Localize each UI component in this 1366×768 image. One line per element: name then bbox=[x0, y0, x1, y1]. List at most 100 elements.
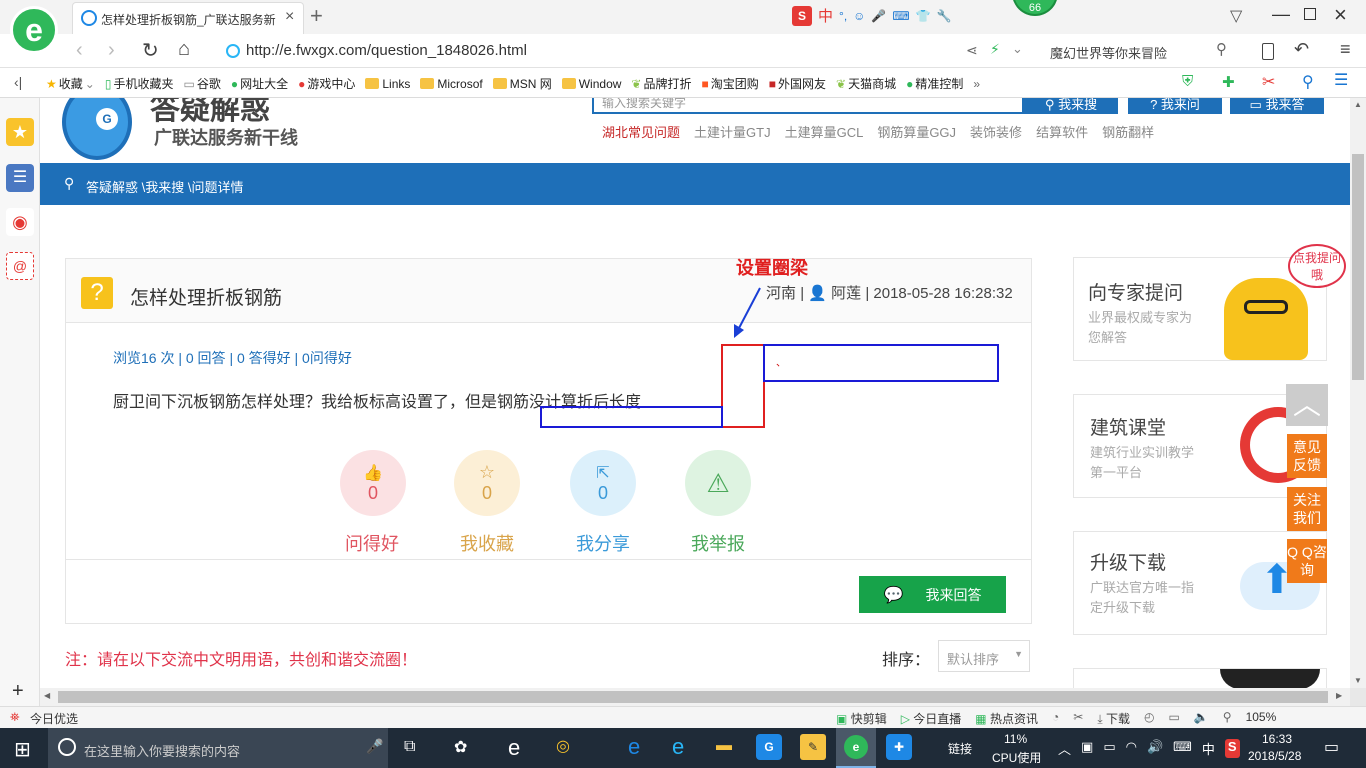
mute-icon[interactable]: 🔈 bbox=[1194, 710, 1209, 727]
ask-button[interactable]: ? 我来问 bbox=[1128, 98, 1222, 114]
flash-icon[interactable]: ⚡ bbox=[990, 41, 1000, 58]
network-label[interactable]: 链接 bbox=[948, 740, 972, 757]
fav-item[interactable]: Window bbox=[561, 75, 621, 92]
hscrollbar-thumb[interactable] bbox=[58, 691, 1328, 703]
feedback-button[interactable]: 意见反馈 bbox=[1287, 434, 1327, 478]
close-window-icon[interactable]: × bbox=[1334, 2, 1347, 28]
answer-header-button[interactable]: ▭ 我来答 bbox=[1230, 98, 1324, 114]
today-pick-label[interactable]: 今日优选 bbox=[30, 710, 78, 727]
action-report[interactable]: ⚠ 我举报 bbox=[685, 450, 775, 556]
url-dropdown-icon[interactable]: ⌄ bbox=[1012, 41, 1023, 57]
hot-link[interactable]: 钢筋算量GGJ bbox=[877, 122, 956, 141]
fav-item[interactable]: ● 精准控制 bbox=[906, 75, 963, 92]
question-author[interactable]: 阿莲 bbox=[831, 285, 861, 302]
clock-time[interactable]: 16:33 bbox=[1262, 732, 1292, 746]
emoji-icon[interactable]: ☺ bbox=[853, 9, 865, 23]
tab-active[interactable]: 怎样处理折板钢筋_广联达服务新 × bbox=[72, 2, 304, 34]
hot-link[interactable]: 湖北常见问题 bbox=[602, 122, 680, 141]
wifi-icon[interactable]: ◠ bbox=[1126, 739, 1137, 758]
zoom-icon[interactable]: ⚲ bbox=[1223, 710, 1232, 727]
battery-icon[interactable]: ▭ bbox=[1103, 739, 1115, 758]
back-icon[interactable]: ‹ bbox=[76, 39, 83, 62]
tab-close-icon[interactable]: × bbox=[285, 8, 294, 26]
collect-circle[interactable]: ☆ 0 bbox=[454, 450, 520, 516]
fav-item[interactable]: ❦ 天猫商城 bbox=[836, 75, 896, 92]
share-circle[interactable]: ⇱ 0 bbox=[570, 450, 636, 516]
home-icon[interactable]: ⌂ bbox=[178, 38, 190, 61]
more-favorites-icon[interactable]: » bbox=[973, 75, 980, 92]
follow-button[interactable]: 关注我们 bbox=[1287, 487, 1327, 531]
action-center-icon[interactable]: ▭ bbox=[1324, 737, 1339, 757]
action-share[interactable]: ⇱ 0 我分享 bbox=[570, 450, 660, 556]
search-tool-icon[interactable]: ⚲ bbox=[1302, 72, 1314, 92]
status-item[interactable]: ▦ 热点资讯 bbox=[975, 710, 1038, 727]
forward-icon[interactable]: › bbox=[108, 39, 115, 62]
site-logo[interactable] bbox=[62, 98, 132, 160]
weibo-icon[interactable]: ◉ bbox=[6, 208, 34, 236]
expert-card[interactable]: 向专家提问 业界最权威专家为您解答 点我提问哦 bbox=[1073, 244, 1346, 361]
shirt-icon[interactable]: ▽ bbox=[1230, 6, 1242, 26]
qq-button[interactable]: Q Q咨询 bbox=[1287, 539, 1327, 583]
scroll-up-icon[interactable]: ▲ bbox=[1354, 100, 1362, 109]
tray-expand-icon[interactable]: ︿ bbox=[1058, 739, 1071, 758]
keyboard-icon[interactable]: ⌨ bbox=[1173, 739, 1192, 758]
hot-link[interactable]: 装饰装修 bbox=[970, 122, 1022, 141]
tools-icon[interactable]: 🔧 bbox=[937, 9, 952, 23]
keyboard-icon[interactable]: ⌨ bbox=[892, 9, 909, 23]
phone-icon[interactable] bbox=[1262, 43, 1274, 60]
scroll-down-icon[interactable]: ▼ bbox=[1354, 676, 1362, 685]
mic-icon[interactable]: 🎤 bbox=[366, 738, 383, 755]
app-notification-icon[interactable]: ◎ bbox=[556, 736, 570, 756]
back-to-top-icon[interactable]: ︿ bbox=[1286, 384, 1328, 426]
shield-icon[interactable]: ⛨ bbox=[1182, 73, 1193, 90]
hot-link[interactable]: 土建计量GTJ bbox=[694, 122, 771, 141]
clean-icon[interactable]: ◴ bbox=[1144, 710, 1154, 727]
maximize-icon[interactable] bbox=[1304, 8, 1316, 20]
fav-item[interactable]: Microsof bbox=[420, 75, 483, 92]
status-item[interactable]: ▣ 快剪辑 bbox=[836, 710, 887, 727]
horizontal-scrollbar[interactable]: ◀ ▶ bbox=[40, 688, 1350, 706]
task-view-icon[interactable]: ⧉ bbox=[404, 738, 415, 756]
scrollbar-thumb[interactable] bbox=[1352, 154, 1364, 380]
answer-button[interactable]: 💬 我来回答 bbox=[859, 576, 1006, 613]
search-box[interactable]: 魔幻世界等你来冒险 bbox=[1050, 43, 1167, 62]
sogou-tray-icon[interactable]: S bbox=[1224, 739, 1240, 758]
remote-app-icon[interactable]: ✚ bbox=[886, 734, 912, 760]
sort-select[interactable]: 默认排序 ▼ bbox=[938, 640, 1030, 672]
fav-item[interactable]: Links bbox=[365, 75, 410, 92]
scissors-icon[interactable]: ✂ bbox=[1262, 72, 1275, 92]
header-search-input[interactable]: 输入搜索关键字 bbox=[592, 98, 1024, 114]
fav-item[interactable]: ● 游戏中心 bbox=[298, 75, 355, 92]
minimize-icon[interactable]: — bbox=[1272, 4, 1290, 25]
fav-item[interactable]: ▯ 手机收藏夹 bbox=[105, 75, 174, 92]
like-circle[interactable]: 👍 0 bbox=[340, 450, 406, 516]
sogou-s-icon[interactable]: S bbox=[792, 5, 812, 26]
next-card[interactable] bbox=[1073, 668, 1327, 688]
notification-badge[interactable]: 66 bbox=[1012, 0, 1058, 16]
speed-icon[interactable]: ◔ bbox=[1052, 710, 1059, 727]
favorites-star-icon[interactable]: ★ bbox=[6, 118, 34, 146]
zoom-level[interactable]: 105% bbox=[1246, 710, 1277, 727]
fav-item[interactable]: ● 网址大全 bbox=[231, 75, 288, 92]
notes-app-icon[interactable]: ✎ bbox=[800, 734, 826, 760]
hot-link[interactable]: 钢筋翻样 bbox=[1102, 122, 1154, 141]
taskbar-search-box[interactable]: 在这里输入你要搜索的内容 🎤 bbox=[48, 728, 388, 768]
fav-item[interactable]: ▭ 谷歌 bbox=[183, 75, 220, 92]
vertical-scrollbar[interactable]: ▲ ▼ bbox=[1350, 98, 1366, 688]
translate-icon[interactable]: ✚ bbox=[1222, 73, 1235, 91]
sidebar-toggle-icon[interactable]: ‹| bbox=[14, 74, 22, 90]
app-pinwheel-icon[interactable]: ✿ bbox=[454, 737, 467, 757]
punctuation-icon[interactable]: °, bbox=[839, 9, 847, 23]
fav-item[interactable]: ■ 外国网友 bbox=[769, 75, 826, 92]
mic-icon[interactable]: 🎤 bbox=[871, 9, 886, 23]
browser-active-icon[interactable]: e bbox=[836, 728, 876, 768]
action-like[interactable]: 👍 0 问得好 bbox=[339, 450, 429, 556]
undo-icon[interactable]: ↶ bbox=[1294, 39, 1309, 60]
scroll-right-icon[interactable]: ▶ bbox=[1336, 691, 1342, 700]
new-tab-icon[interactable]: + bbox=[310, 3, 323, 29]
header-search-button[interactable]: ⚲ 我来搜 bbox=[1024, 98, 1118, 114]
share-url-icon[interactable]: ⋖ bbox=[966, 42, 978, 59]
breadcrumb[interactable]: 答疑解惑 \我来搜 \问题详情 bbox=[86, 177, 243, 196]
fix-icon[interactable]: ✂ bbox=[1073, 710, 1083, 727]
glodon-app-icon[interactable]: G bbox=[756, 734, 782, 760]
